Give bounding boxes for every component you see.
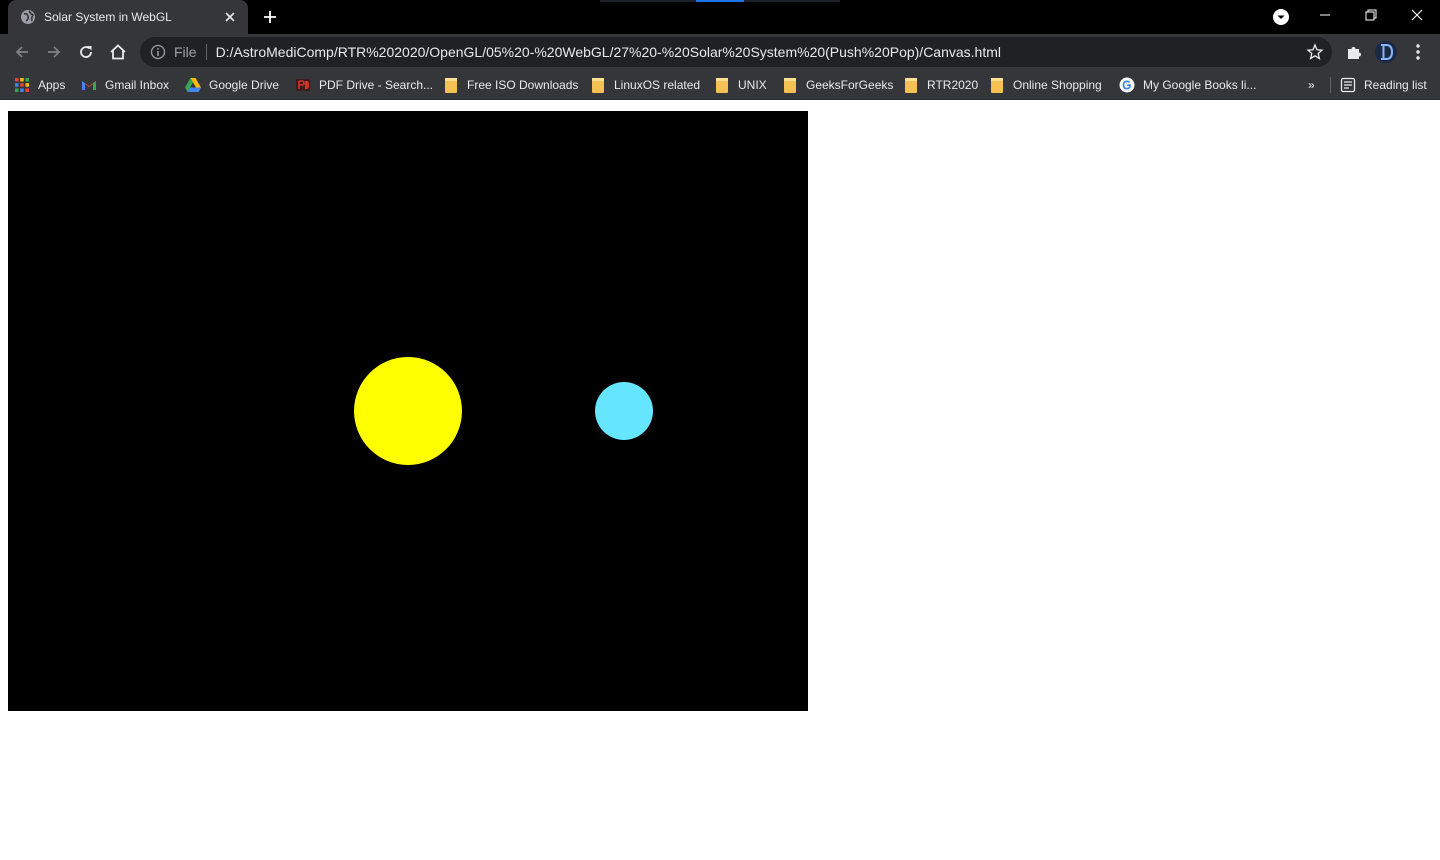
reload-icon[interactable] <box>74 40 98 64</box>
google-icon <box>1119 77 1135 93</box>
puzzle-icon[interactable] <box>1342 40 1366 64</box>
folder-icon <box>714 77 730 93</box>
close-icon[interactable] <box>222 9 238 25</box>
bookmarks-divider <box>1330 77 1331 93</box>
bookmark-label: Google Drive <box>209 78 280 92</box>
star-icon[interactable] <box>1306 43 1324 61</box>
minimize-button[interactable] <box>1302 0 1348 30</box>
bookmark-label: My Google Books li... <box>1143 78 1257 92</box>
bookmark-label: RTR2020 <box>927 78 979 92</box>
kebab-icon[interactable] <box>1406 40 1430 64</box>
bookmark-folder-geeksforgeeks[interactable]: GeeksForGeeks <box>782 75 893 95</box>
sun-sphere <box>354 357 462 465</box>
bookmark-google-books[interactable]: My Google Books li... <box>1119 75 1256 95</box>
page-viewport <box>0 101 1440 860</box>
tab-search-hint <box>600 0 696 2</box>
folder-icon <box>903 77 919 93</box>
reading-list-label: Reading list <box>1364 78 1427 92</box>
bookmarks-bar: Apps Gmail Inbox Google Drive PDF Drive … <box>0 70 1440 100</box>
tab-search-icon[interactable] <box>1272 8 1290 26</box>
info-icon[interactable] <box>150 44 166 60</box>
url-text[interactable]: D:/AstroMediComp/RTR%202020/OpenGL/05%20… <box>216 44 1001 60</box>
bookmarks-overflow-button[interactable]: » <box>1308 75 1315 95</box>
bookmark-gmail-inbox[interactable]: Gmail Inbox <box>81 75 169 95</box>
bookmark-folder-linuxos[interactable]: LinuxOS related <box>590 75 700 95</box>
reading-list-button[interactable]: Reading list <box>1340 75 1427 95</box>
folder-icon <box>782 77 798 93</box>
bookmark-label: LinuxOS related <box>614 78 701 92</box>
folder-icon <box>443 77 459 93</box>
home-icon[interactable] <box>106 40 130 64</box>
bookmark-apps[interactable]: Apps <box>14 75 65 95</box>
globe-icon <box>20 9 36 25</box>
url-scheme-label: File <box>174 44 197 60</box>
bookmark-folder-unix[interactable]: UNIX <box>714 75 767 95</box>
drive-icon <box>185 77 201 93</box>
reading-list-icon <box>1340 77 1356 93</box>
restore-button[interactable] <box>1348 0 1394 30</box>
pdf-icon <box>295 77 311 93</box>
bookmark-folder-online-shopping[interactable]: Online Shopping <box>989 75 1102 95</box>
folder-icon <box>989 77 1005 93</box>
bookmark-google-drive[interactable]: Google Drive <box>185 75 279 95</box>
omnibox-separator <box>205 44 207 60</box>
apps-grid-icon <box>14 77 30 93</box>
bookmark-label: Online Shopping <box>1013 78 1102 92</box>
browser-toolbar: File D:/AstroMediComp/RTR%202020/OpenGL/… <box>0 34 1440 70</box>
bookmark-label: Free ISO Downloads <box>467 78 579 92</box>
chevron-double-right-icon: » <box>1308 78 1315 92</box>
bookmark-label: PDF Drive - Search... <box>319 78 434 92</box>
profile-avatar-icon[interactable] <box>1374 40 1398 64</box>
arrow-left-icon[interactable] <box>10 40 34 64</box>
address-bar[interactable]: File D:/AstroMediComp/RTR%202020/OpenGL/… <box>140 37 1332 67</box>
arrow-right-icon[interactable] <box>42 40 66 64</box>
window-close-button[interactable] <box>1394 0 1440 30</box>
tab-strip: Solar System in WebGL <box>0 0 1440 34</box>
gmail-icon <box>81 77 97 93</box>
bookmark-label: Apps <box>38 78 66 92</box>
bookmark-label: Gmail Inbox <box>105 78 170 92</box>
tab-active[interactable]: Solar System in WebGL <box>8 0 248 34</box>
folder-icon <box>590 77 606 93</box>
bookmark-label: GeeksForGeeks <box>806 78 894 92</box>
tab-hover-indicator <box>696 0 744 2</box>
solar-system-scene <box>354 357 653 465</box>
tab-title: Solar System in WebGL <box>44 10 172 24</box>
bookmark-folder-iso[interactable]: Free ISO Downloads <box>443 75 578 95</box>
bookmark-folder-rtr2020[interactable]: RTR2020 <box>903 75 978 95</box>
bookmark-pdf-drive[interactable]: PDF Drive - Search... <box>295 75 433 95</box>
new-tab-button[interactable] <box>258 5 282 29</box>
webgl-canvas[interactable] <box>8 111 808 711</box>
tab-search-hint-right <box>744 0 840 2</box>
bookmark-label: UNIX <box>738 78 767 92</box>
planet-sphere <box>595 382 653 440</box>
